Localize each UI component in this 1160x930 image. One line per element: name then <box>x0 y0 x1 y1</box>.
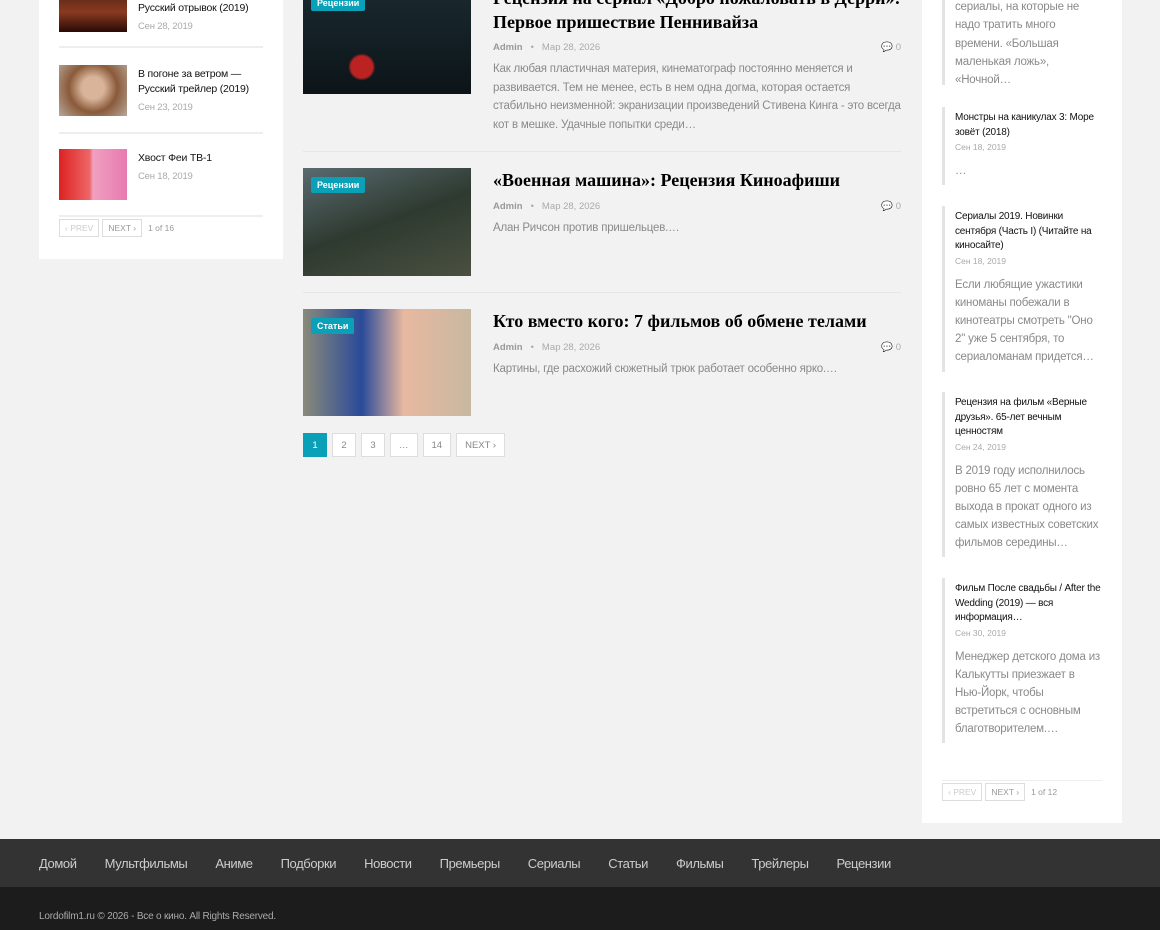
page-info: 1 of 16 <box>148 223 175 233</box>
post-date: Сен 28, 2019 <box>138 21 193 32</box>
nav-collections[interactable]: Подборки <box>281 856 337 871</box>
divider <box>942 780 1102 781</box>
footer-nav: Домой Мультфильмы Аниме Подборки Новости… <box>0 839 1160 887</box>
post-title[interactable]: Рецензия на сериал «Добро пожаловать в Д… <box>493 0 901 34</box>
comment-icon: 💬 <box>881 42 894 53</box>
list-item[interactable]: Хвост Феи ТВ-1 Сен 18, 2019 <box>59 149 263 217</box>
page-ellipsis: … <box>390 433 418 457</box>
next-button[interactable]: NEXT › <box>102 219 143 237</box>
post-date: Мар 28, 2026 <box>541 42 601 53</box>
post-title[interactable]: Хвост Феи ТВ-1 <box>138 152 212 164</box>
post-title[interactable]: «Военная машина»: Рецензия Киноафиши <box>493 168 901 192</box>
post-date: Сен 18, 2019 <box>955 255 1007 266</box>
post-date: Мар 28, 2026 <box>541 342 601 353</box>
page-1[interactable]: 1 <box>303 433 327 457</box>
nav-series[interactable]: Сериалы <box>528 856 581 871</box>
post-image[interactable]: Рецензии <box>303 0 471 94</box>
post-date: Сен 23, 2019 <box>138 102 193 113</box>
post-title[interactable]: Рецензия на фильм «Верные друзья». 65-ле… <box>955 392 1102 440</box>
post-image[interactable]: Рецензии <box>303 168 471 276</box>
post-excerpt: Если любящие ужастики киноманы побежали … <box>955 278 1094 364</box>
post-thumbnail[interactable] <box>59 65 127 116</box>
post-image[interactable]: Статьи <box>303 309 471 416</box>
prev-button[interactable]: ‹ PREV <box>942 783 983 801</box>
left-sidebar-widget: Русский отрывок (2019) Сен 28, 2019 В пог… <box>39 0 283 259</box>
nav-premieres[interactable]: Премьеры <box>440 856 501 871</box>
nav-anime[interactable]: Аниме <box>215 856 253 871</box>
post-title[interactable]: Фильм После свадьбы / After the Wedding … <box>955 578 1102 626</box>
nav-cartoons[interactable]: Мультфильмы <box>105 856 188 871</box>
post-author[interactable]: Admin <box>493 201 523 212</box>
post-date: Сен 24, 2019 <box>955 441 1007 452</box>
category-badge[interactable]: Статьи <box>311 318 355 334</box>
divider <box>303 151 901 152</box>
post-excerpt: Как любая пластичная материя, кинематогр… <box>493 63 901 131</box>
nav-home[interactable]: Домой <box>39 856 77 871</box>
post-title[interactable]: Монстры на каникулах 3: Море зовёт (2018… <box>955 107 1102 140</box>
list-item[interactable]: Монстры на каникулах 3: Море зовёт (2018… <box>942 107 1102 185</box>
comments-count[interactable]: 💬 0 <box>881 201 901 212</box>
category-badge[interactable]: Рецензии <box>311 0 366 11</box>
prev-button[interactable]: ‹ PREV <box>59 219 100 237</box>
list-item[interactable]: Сериалы 2019. Новинки сентября (Часть I)… <box>942 206 1102 372</box>
post-date: Сен 18, 2019 <box>955 142 1007 152</box>
list-item[interactable]: Мы обожаем короткие сериалы, на которые … <box>942 0 1102 86</box>
post-excerpt: Алан Ричсон против пришельцев.… <box>493 222 680 234</box>
list-item[interactable]: Рецензия на фильм «Верные друзья». 65-ле… <box>942 392 1102 557</box>
post-thumbnail[interactable] <box>59 149 127 200</box>
post-title[interactable]: Русский отрывок (2019) <box>138 2 249 14</box>
post-author[interactable]: Admin <box>493 342 523 353</box>
nav-trailers[interactable]: Трейлеры <box>751 856 809 871</box>
category-badge[interactable]: Рецензии <box>311 177 366 193</box>
list-item[interactable]: Фильм После свадьбы / After the Wedding … <box>942 578 1102 743</box>
post-date: Сен 18, 2019 <box>138 171 193 182</box>
comment-icon: 💬 <box>881 201 894 212</box>
post-excerpt: … <box>955 165 967 177</box>
post-excerpt: Мы обожаем короткие сериалы, на которые … <box>955 1 1080 87</box>
post-title[interactable]: Кто вместо кого: 7 фильмов об обмене тел… <box>493 309 901 333</box>
page-2[interactable]: 2 <box>332 433 356 457</box>
comment-icon: 💬 <box>881 342 894 353</box>
post-title[interactable]: В погоне за ветром — Русский трейлер (20… <box>138 68 249 95</box>
post-excerpt: Картины, где расхожий сюжетный трюк рабо… <box>493 363 838 375</box>
post-excerpt: В 2019 году исполнилось ровно 65 лет с м… <box>955 464 1099 550</box>
nav-films[interactable]: Фильмы <box>676 856 724 871</box>
page-3[interactable]: 3 <box>361 433 385 457</box>
page-14[interactable]: 14 <box>422 433 452 457</box>
nav-news[interactable]: Новости <box>364 856 412 871</box>
main-pagination: 1 2 3 … 14 NEXT › <box>303 433 506 457</box>
page-info: 1 of 12 <box>1031 787 1058 797</box>
copyright: Lordofilm1.ru © 2026 - Все о кино. All R… <box>39 911 276 922</box>
nav-reviews[interactable]: Рецензии <box>837 856 892 871</box>
list-item[interactable]: В погоне за ветром — Русский трейлер (20… <box>59 65 263 134</box>
post-author[interactable]: Admin <box>493 42 523 53</box>
post-thumbnail[interactable] <box>59 0 127 32</box>
next-page-button[interactable]: NEXT › <box>456 433 506 457</box>
footer-bottom: Lordofilm1.ru © 2026 - Все о кино. All R… <box>0 887 1160 930</box>
divider <box>303 292 901 293</box>
nav-articles[interactable]: Статьи <box>608 856 648 871</box>
comments-count[interactable]: 💬 0 <box>881 342 901 353</box>
post-title[interactable]: Сериалы 2019. Новинки сентября (Часть I)… <box>955 206 1102 254</box>
next-button[interactable]: NEXT › <box>985 783 1026 801</box>
post-date: Сен 30, 2019 <box>955 627 1007 638</box>
comments-count[interactable]: 💬 0 <box>881 42 901 53</box>
post-excerpt: Менеджер детского дома из Калькутты прие… <box>955 650 1100 736</box>
right-sidebar-widget: Мы обожаем короткие сериалы, на которые … <box>922 0 1122 823</box>
post-date: Мар 28, 2026 <box>541 201 601 212</box>
list-item[interactable]: Русский отрывок (2019) Сен 28, 2019 <box>59 0 263 48</box>
